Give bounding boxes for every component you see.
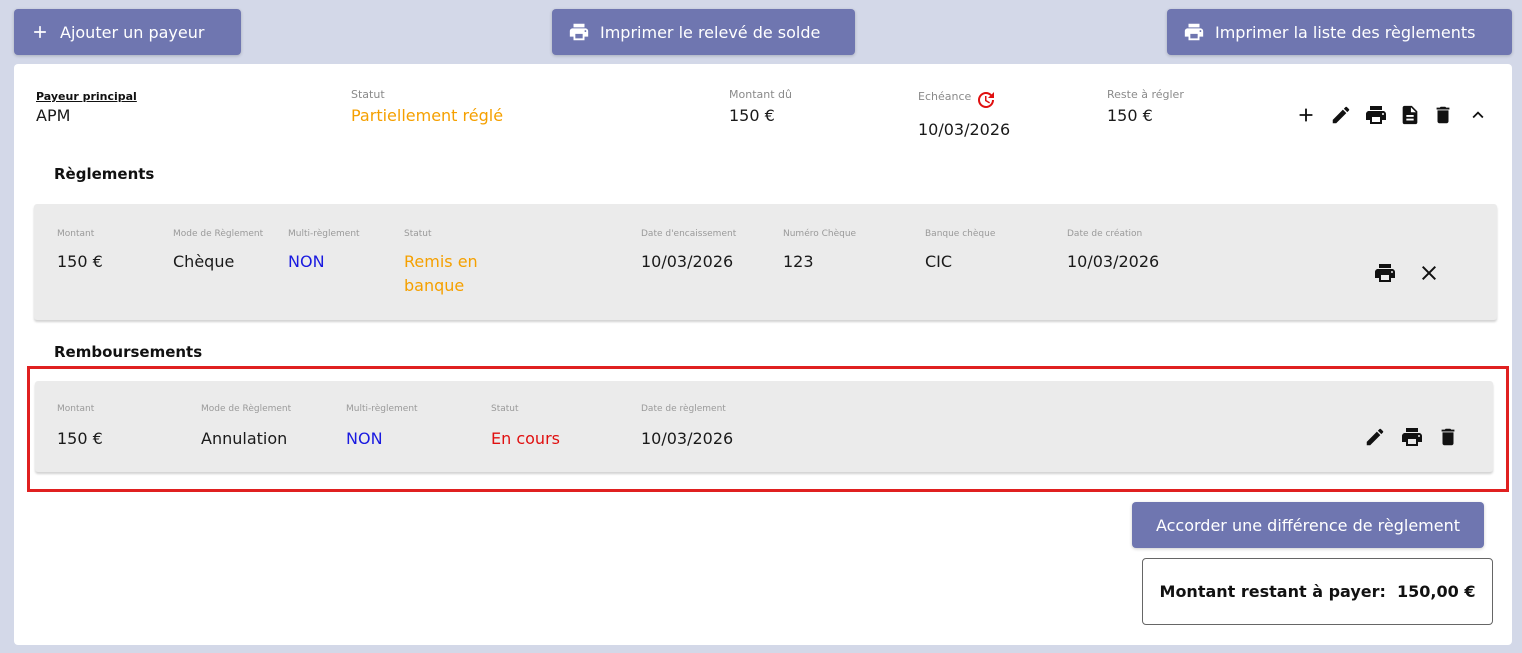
payment-row: Montant Mode de Règlement Multi-règlemen… <box>34 204 1497 320</box>
printer-icon <box>569 23 589 41</box>
payment-status-line1: Remis en <box>404 252 478 271</box>
close-icon[interactable] <box>1417 261 1441 285</box>
print-payments-list-button[interactable]: Imprimer la liste des règlements <box>1167 9 1512 55</box>
document-icon[interactable] <box>1398 103 1422 127</box>
printer-icon <box>1184 23 1204 41</box>
payment-amount: 150 € <box>57 252 103 271</box>
payer-status-value: Partiellement réglé <box>351 106 504 125</box>
due-date-value: 10/03/2026 <box>918 120 1011 139</box>
trash-icon[interactable] <box>1431 103 1455 127</box>
amount-due-label: Montant dû <box>729 88 792 101</box>
payment-bank: CIC <box>925 252 953 271</box>
payment-multi: NON <box>288 252 325 271</box>
add-icon[interactable] <box>1294 103 1318 127</box>
payment-multi-header: Multi-règlement <box>288 229 360 239</box>
due-date-label: Echéance <box>918 90 972 103</box>
payment-created-header: Date de création <box>1067 229 1143 239</box>
status-label: Statut <box>351 88 385 101</box>
payment-check-number-header: Numéro Chèque <box>783 229 857 239</box>
remaining-label: Reste à régler <box>1107 88 1184 101</box>
payments-section-title: Règlements <box>54 165 155 183</box>
remaining-to-pay-text: Montant restant à payer: 150,00 € <box>1159 582 1476 601</box>
payment-mode-header: Mode de Règlement <box>173 229 264 239</box>
print-balance-label: Imprimer le relevé de solde <box>600 22 821 42</box>
printer-icon[interactable] <box>1373 261 1397 285</box>
add-payer-label: Ajouter un payeur <box>60 22 205 42</box>
payment-cash-date-header: Date d'encaissement <box>641 229 737 239</box>
edit-icon[interactable] <box>1329 103 1353 127</box>
grant-payment-difference-button[interactable]: Accorder une différence de règlement <box>1132 502 1484 548</box>
remaining-to-pay-box: Montant restant à payer: 150,00 € <box>1142 558 1493 625</box>
payment-status-line2: banque <box>404 276 465 295</box>
amount-due-value: 150 € <box>729 106 775 125</box>
print-payments-list-label: Imprimer la liste des règlements <box>1215 22 1476 42</box>
payment-check-number: 123 <box>783 252 814 271</box>
add-payer-button[interactable]: Ajouter un payeur <box>14 9 241 55</box>
payment-amount-header: Montant <box>57 229 95 239</box>
print-balance-button[interactable]: Imprimer le relevé de solde <box>552 9 855 55</box>
payment-bank-header: Banque chèque <box>925 229 996 239</box>
payment-created: 10/03/2026 <box>1067 252 1160 271</box>
payer-value: APM <box>36 106 71 125</box>
plus-icon <box>34 26 46 38</box>
payment-status-header: Statut <box>404 229 432 239</box>
refund-highlight-frame <box>27 366 1509 492</box>
printer-icon[interactable] <box>1364 103 1388 127</box>
payment-cash-date: 10/03/2026 <box>641 252 734 271</box>
remaining-value: 150 € <box>1107 106 1153 125</box>
payment-mode: Chèque <box>173 252 235 271</box>
payer-label[interactable]: Payeur principal <box>36 90 137 103</box>
history-icon[interactable] <box>974 88 998 112</box>
refunds-section-title: Remboursements <box>54 343 203 361</box>
chevron-up-icon[interactable] <box>1466 103 1490 127</box>
